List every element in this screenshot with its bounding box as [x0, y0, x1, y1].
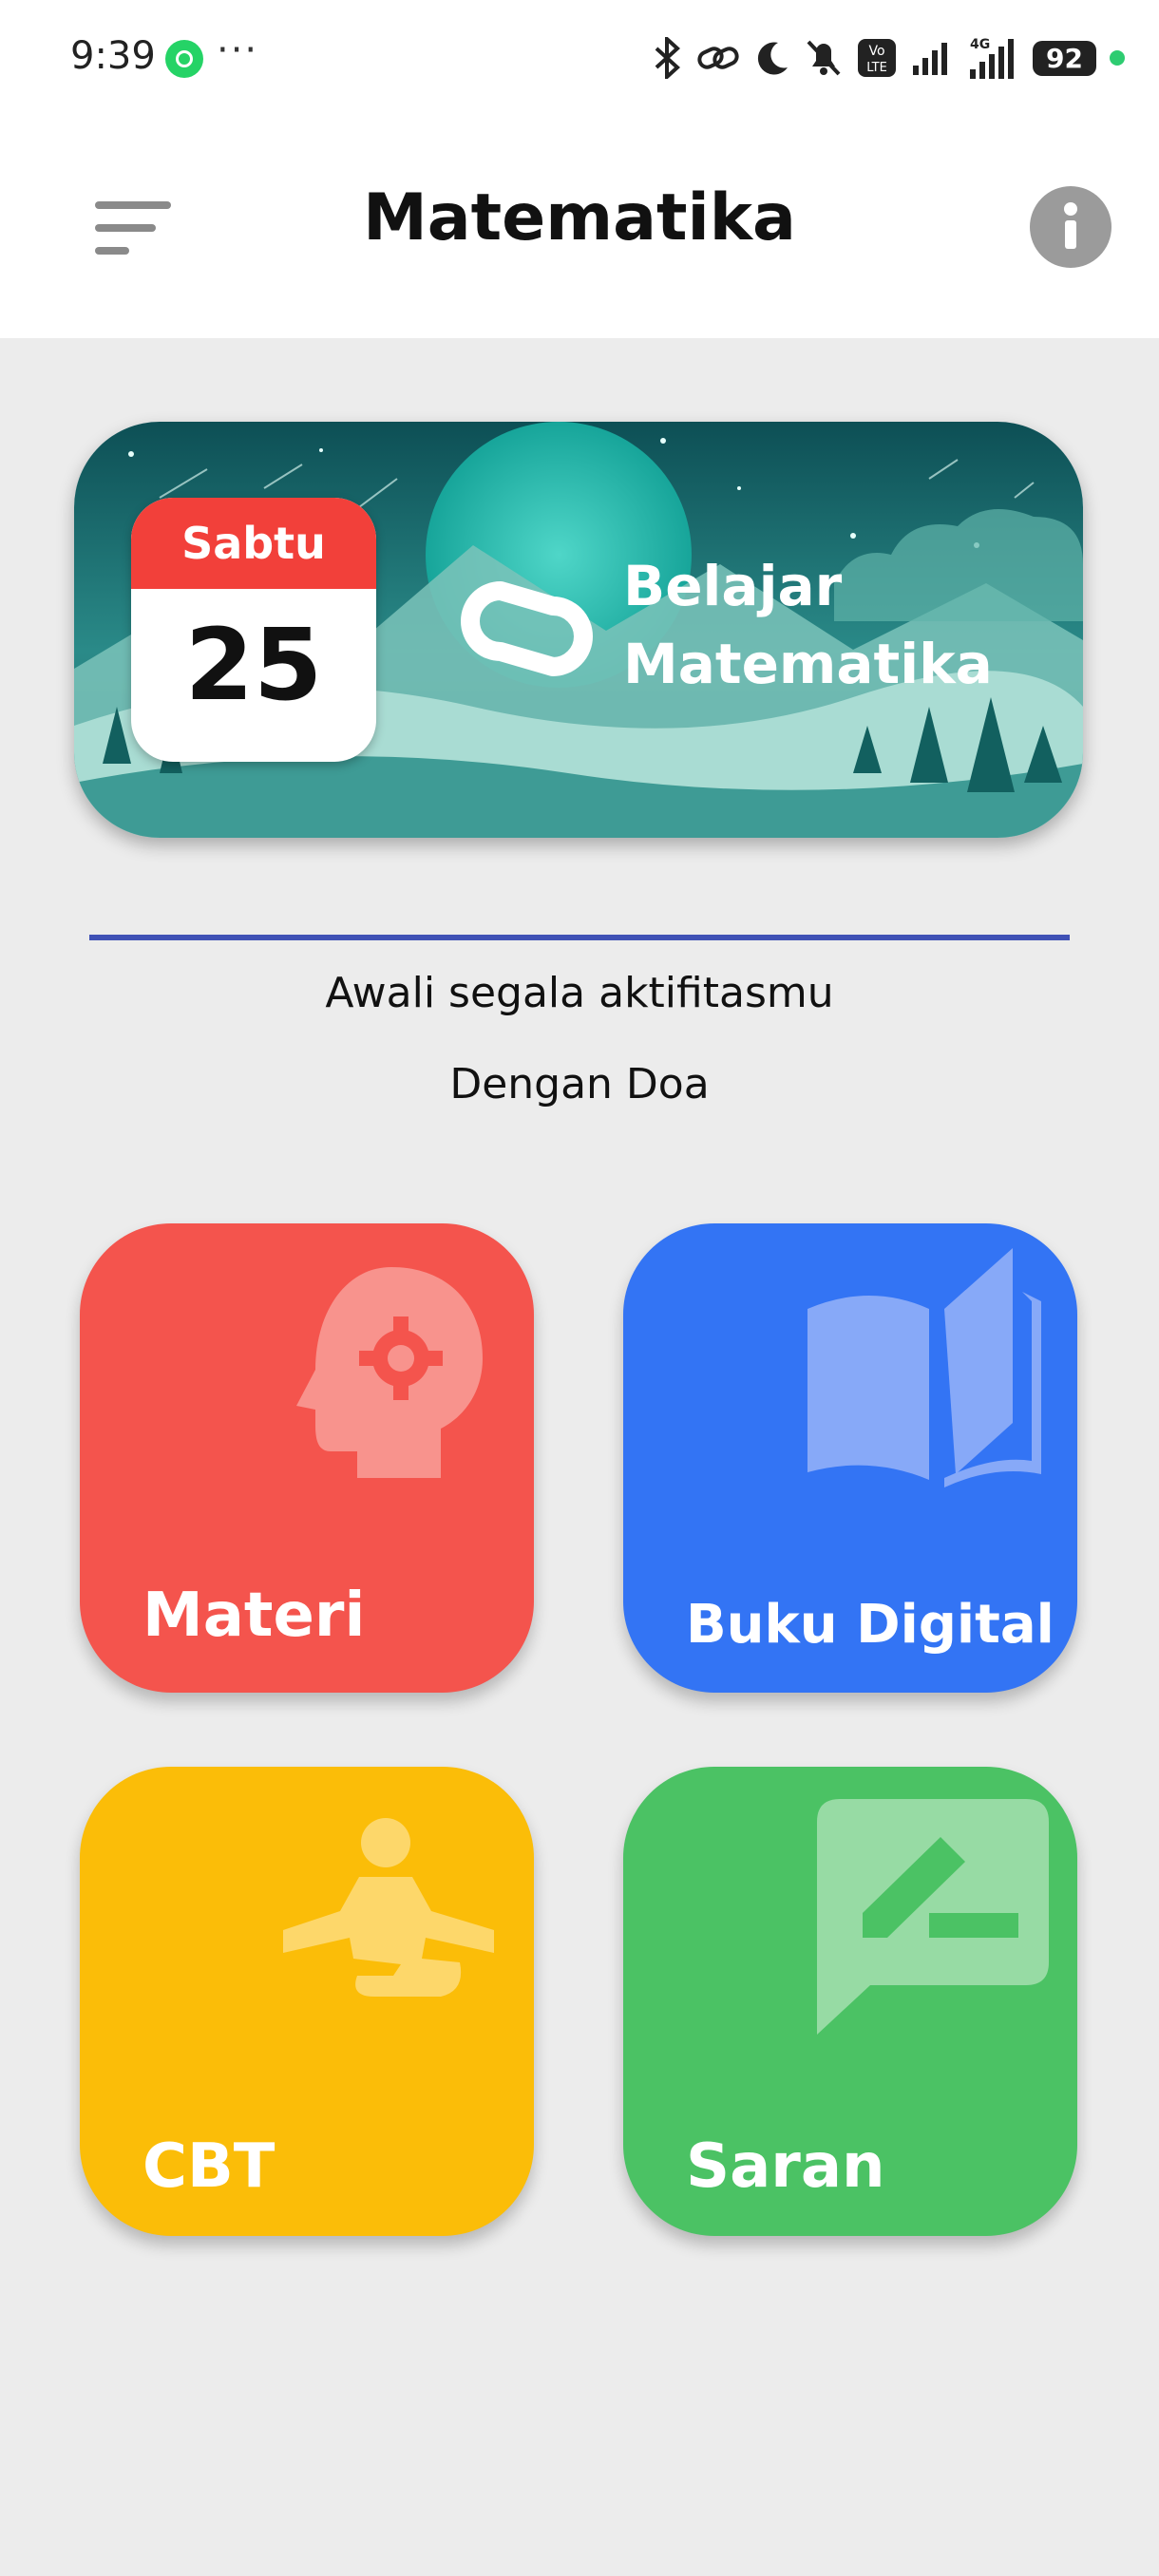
bell-off-icon	[807, 40, 841, 76]
buku-digital-button[interactable]: Buku Digital	[623, 1223, 1077, 1693]
link-icon	[697, 47, 739, 69]
greeting-line-2: Dengan Doa	[449, 1060, 710, 1108]
saran-button[interactable]: Saran	[623, 1767, 1077, 2236]
app-bar: Matematika	[0, 114, 1159, 338]
meditation-icon	[283, 1818, 494, 1997]
calendar-date: 25	[184, 607, 323, 723]
volte-icon: Vo LTE	[858, 39, 897, 77]
materi-button[interactable]: Materi	[80, 1223, 534, 1693]
privacy-indicator	[1110, 50, 1125, 66]
cbt-label: CBT	[142, 2131, 276, 2202]
buku-digital-label: Buku Digital	[686, 1594, 1054, 1656]
banner-line-1: Belajar	[623, 554, 843, 618]
battery-icon: 92	[1033, 40, 1096, 76]
calendar-day: Sabtu	[131, 498, 376, 589]
banner-title: Belajar Matematika	[623, 547, 993, 703]
moon-icon	[757, 42, 788, 75]
head-gear-icon	[296, 1267, 483, 1478]
greeting-line-1: Awali segala aktifitasmu	[325, 969, 834, 1017]
system-icons: Vo LTE 4G 92	[651, 34, 1125, 82]
signal-icon	[913, 43, 948, 75]
page-title: Matematika	[363, 180, 796, 256]
info-icon[interactable]	[1030, 186, 1112, 268]
divider	[89, 935, 1070, 940]
bluetooth-icon	[655, 37, 681, 79]
more-icon: ···	[217, 28, 259, 72]
infinity-logo-icon	[461, 581, 593, 676]
feedback-edit-icon	[817, 1799, 1049, 2035]
whatsapp-icon	[165, 40, 203, 78]
calendar-widget: Sabtu 25	[131, 498, 376, 762]
svg-text:Vo: Vo	[869, 44, 885, 59]
banner-line-2: Matematika	[623, 632, 993, 696]
cbt-button[interactable]: CBT	[80, 1767, 534, 2236]
status-time: 9:39	[70, 34, 156, 78]
saran-label: Saran	[686, 2131, 885, 2202]
open-book-icon	[808, 1248, 1041, 1487]
svg-text:4G: 4G	[970, 37, 990, 52]
status-bar: 9:39 ··· Vo LTE 4G 92	[0, 0, 1159, 114]
svg-text:LTE: LTE	[866, 61, 887, 75]
signal-4g-icon: 4G	[970, 37, 1015, 79]
banner: Sabtu 25 Belajar Matematika	[74, 422, 1083, 838]
materi-label: Materi	[142, 1581, 366, 1651]
